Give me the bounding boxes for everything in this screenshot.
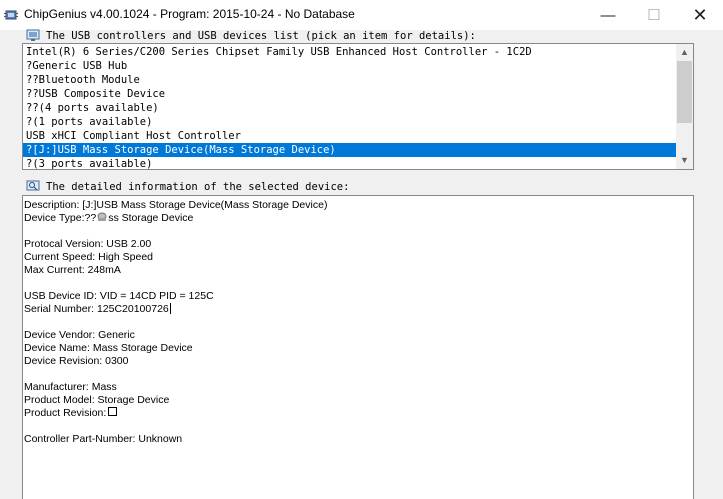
scroll-up-arrow-icon[interactable]: ▲ <box>676 44 693 61</box>
product-revision-line: Product Revision: <box>24 407 118 420</box>
storage-device-icon <box>97 212 107 221</box>
product-revision-text: Product Revision: <box>24 407 107 419</box>
details-label: The detailed information of the selected… <box>46 181 350 193</box>
devices-listbox[interactable]: Intel(R) 6 Series/C200 Series Chipset Fa… <box>22 43 694 170</box>
protocol-version-line: Protocal Version: USB 2.00 <box>24 238 152 250</box>
device-details-textbox[interactable]: Description: [J:]USB Mass Storage Device… <box>22 195 694 499</box>
devices-list-label: The USB controllers and USB devices list… <box>46 30 476 42</box>
serial-number-line: Serial Number: 125C20100726 <box>24 303 171 316</box>
manufacturer-line: Manufacturer: Mass <box>24 381 117 393</box>
window-title: ChipGenius v4.00.1024 - Program: 2015-10… <box>24 7 355 21</box>
maximize-button[interactable]: ☐ <box>631 0 677 30</box>
close-button[interactable]: ✕ <box>677 0 723 30</box>
current-speed-line: Current Speed: High Speed <box>24 251 153 263</box>
list-item[interactable]: ??USB Composite Device <box>23 87 676 101</box>
minimize-button[interactable]: — <box>585 0 631 30</box>
controller-part-number-line: Controller Part-Number: Unknown <box>24 433 183 445</box>
description-line: Description: [J:]USB Mass Storage Device… <box>24 199 328 211</box>
list-item[interactable]: ?Generic USB Hub <box>23 59 676 73</box>
device-type-prefix: Device Type:?? <box>24 212 97 224</box>
list-scrollbar[interactable]: ▲ ▼ <box>676 44 693 169</box>
device-revision-line: Device Revision: 0300 <box>24 355 129 367</box>
list-item[interactable]: ??(4 ports available) <box>23 101 676 115</box>
list-item[interactable]: ?(1 ports available) <box>23 115 676 129</box>
app-icon <box>4 10 18 20</box>
title-bar: ChipGenius v4.00.1024 - Program: 2015-10… <box>0 0 723 30</box>
list-item[interactable]: ?(3 ports available) <box>23 157 676 169</box>
list-item[interactable]: Intel(R) 6 Series/C200 Series Chipset Fa… <box>23 45 676 59</box>
list-item-selected[interactable]: ?[J:]USB Mass Storage Device(Mass Storag… <box>23 143 676 157</box>
usb-device-list-icon <box>26 29 40 41</box>
list-item[interactable]: USB xHCI Compliant Host Controller <box>23 129 676 143</box>
product-model-line: Product Model: Storage Device <box>24 394 170 406</box>
serial-number-text: Serial Number: 125C20100726 <box>24 303 169 315</box>
device-vendor-line: Device Vendor: Generic <box>24 329 135 341</box>
scroll-down-arrow-icon[interactable]: ▼ <box>676 152 693 169</box>
device-type-suffix: ss Storage Device <box>108 212 194 224</box>
device-name-line: Device Name: Mass Storage Device <box>24 342 193 354</box>
list-item[interactable]: ??Bluetooth Module <box>23 73 676 87</box>
device-type-line: Device Type:?? ss Storage Device <box>24 212 193 225</box>
max-current-line: Max Current: 248mA <box>24 264 121 276</box>
device-details-icon <box>26 180 40 191</box>
scrollbar-thumb[interactable] <box>677 61 692 123</box>
text-caret <box>169 303 171 314</box>
unknown-char-box-icon <box>108 407 118 416</box>
usb-device-id-line: USB Device ID: VID = 14CD PID = 125C <box>24 290 214 302</box>
